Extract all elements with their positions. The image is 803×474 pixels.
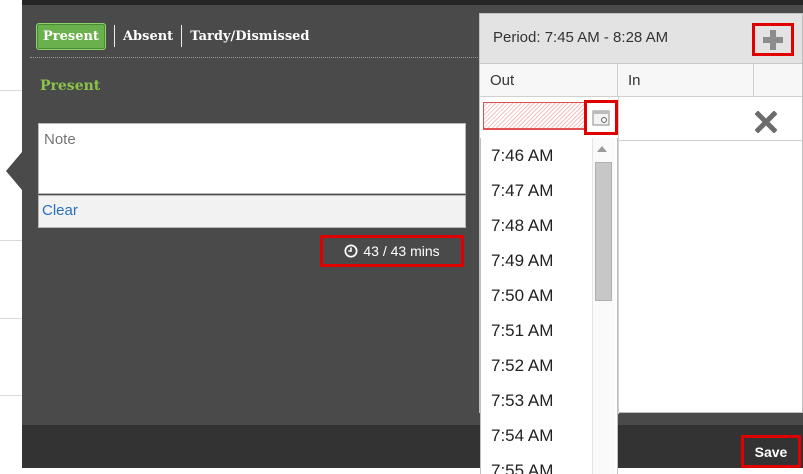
clear-link[interactable]: Clear	[42, 202, 78, 219]
bottom-strip	[0, 468, 803, 474]
time-dropdown: 7:46 AM 7:47 AM 7:48 AM 7:49 AM 7:50 AM …	[480, 138, 618, 474]
tab-absent[interactable]: Absent	[123, 29, 173, 44]
tab-tardy-dismissed[interactable]: Tardy/Dismissed	[190, 29, 309, 44]
time-option[interactable]: 7:54 AM	[491, 426, 591, 454]
tab-divider	[113, 25, 115, 47]
tab-present[interactable]: Present	[36, 22, 106, 50]
minutes-text: 43 / 43 mins	[363, 243, 440, 259]
gutter-line	[0, 318, 22, 319]
scroll-up-arrow-icon[interactable]	[597, 146, 607, 152]
time-picker-icon	[592, 110, 610, 125]
time-option[interactable]: 7:48 AM	[491, 216, 591, 244]
column-header-in: In	[618, 64, 754, 97]
add-button[interactable]	[752, 23, 794, 56]
column-divider	[618, 97, 619, 414]
minutes-indicator: 43 / 43 mins	[320, 235, 464, 267]
left-gutter	[0, 0, 22, 474]
save-button[interactable]: Save	[741, 435, 801, 468]
time-option[interactable]: 7:49 AM	[491, 251, 591, 279]
time-option[interactable]: 7:51 AM	[491, 321, 591, 349]
panel-top-border	[22, 0, 803, 5]
close-icon[interactable]	[755, 111, 777, 133]
time-picker-button[interactable]	[584, 100, 618, 135]
tab-divider	[181, 25, 183, 47]
column-header-out: Out	[480, 64, 618, 97]
gutter-line	[0, 395, 22, 396]
plus-icon	[763, 29, 783, 50]
tabs-divider	[30, 57, 478, 58]
time-option[interactable]: 7:52 AM	[491, 356, 591, 384]
time-option[interactable]: 7:50 AM	[491, 286, 591, 314]
panel-pointer	[6, 152, 22, 190]
scrollbar-thumb[interactable]	[595, 162, 612, 301]
gutter-line	[0, 90, 22, 91]
time-option[interactable]: 7:53 AM	[491, 391, 591, 419]
clear-bar: Clear	[38, 195, 466, 228]
period-header: Period: 7:45 AM - 8:28 AM	[480, 14, 802, 64]
time-option[interactable]: 7:55 AM	[491, 461, 591, 474]
status-tabs: Present Absent Tardy/Dismissed	[36, 21, 310, 51]
clock-icon	[344, 244, 358, 258]
gutter-line	[0, 240, 22, 241]
out-time-input[interactable]	[483, 102, 587, 130]
period-title: Period: 7:45 AM - 8:28 AM	[493, 29, 669, 46]
time-option[interactable]: 7:46 AM	[491, 146, 591, 174]
time-option[interactable]: 7:47 AM	[491, 181, 591, 209]
footer-bar	[22, 425, 803, 474]
note-field[interactable]	[38, 123, 466, 194]
column-header-actions	[754, 64, 802, 97]
status-heading: Present	[40, 78, 101, 94]
